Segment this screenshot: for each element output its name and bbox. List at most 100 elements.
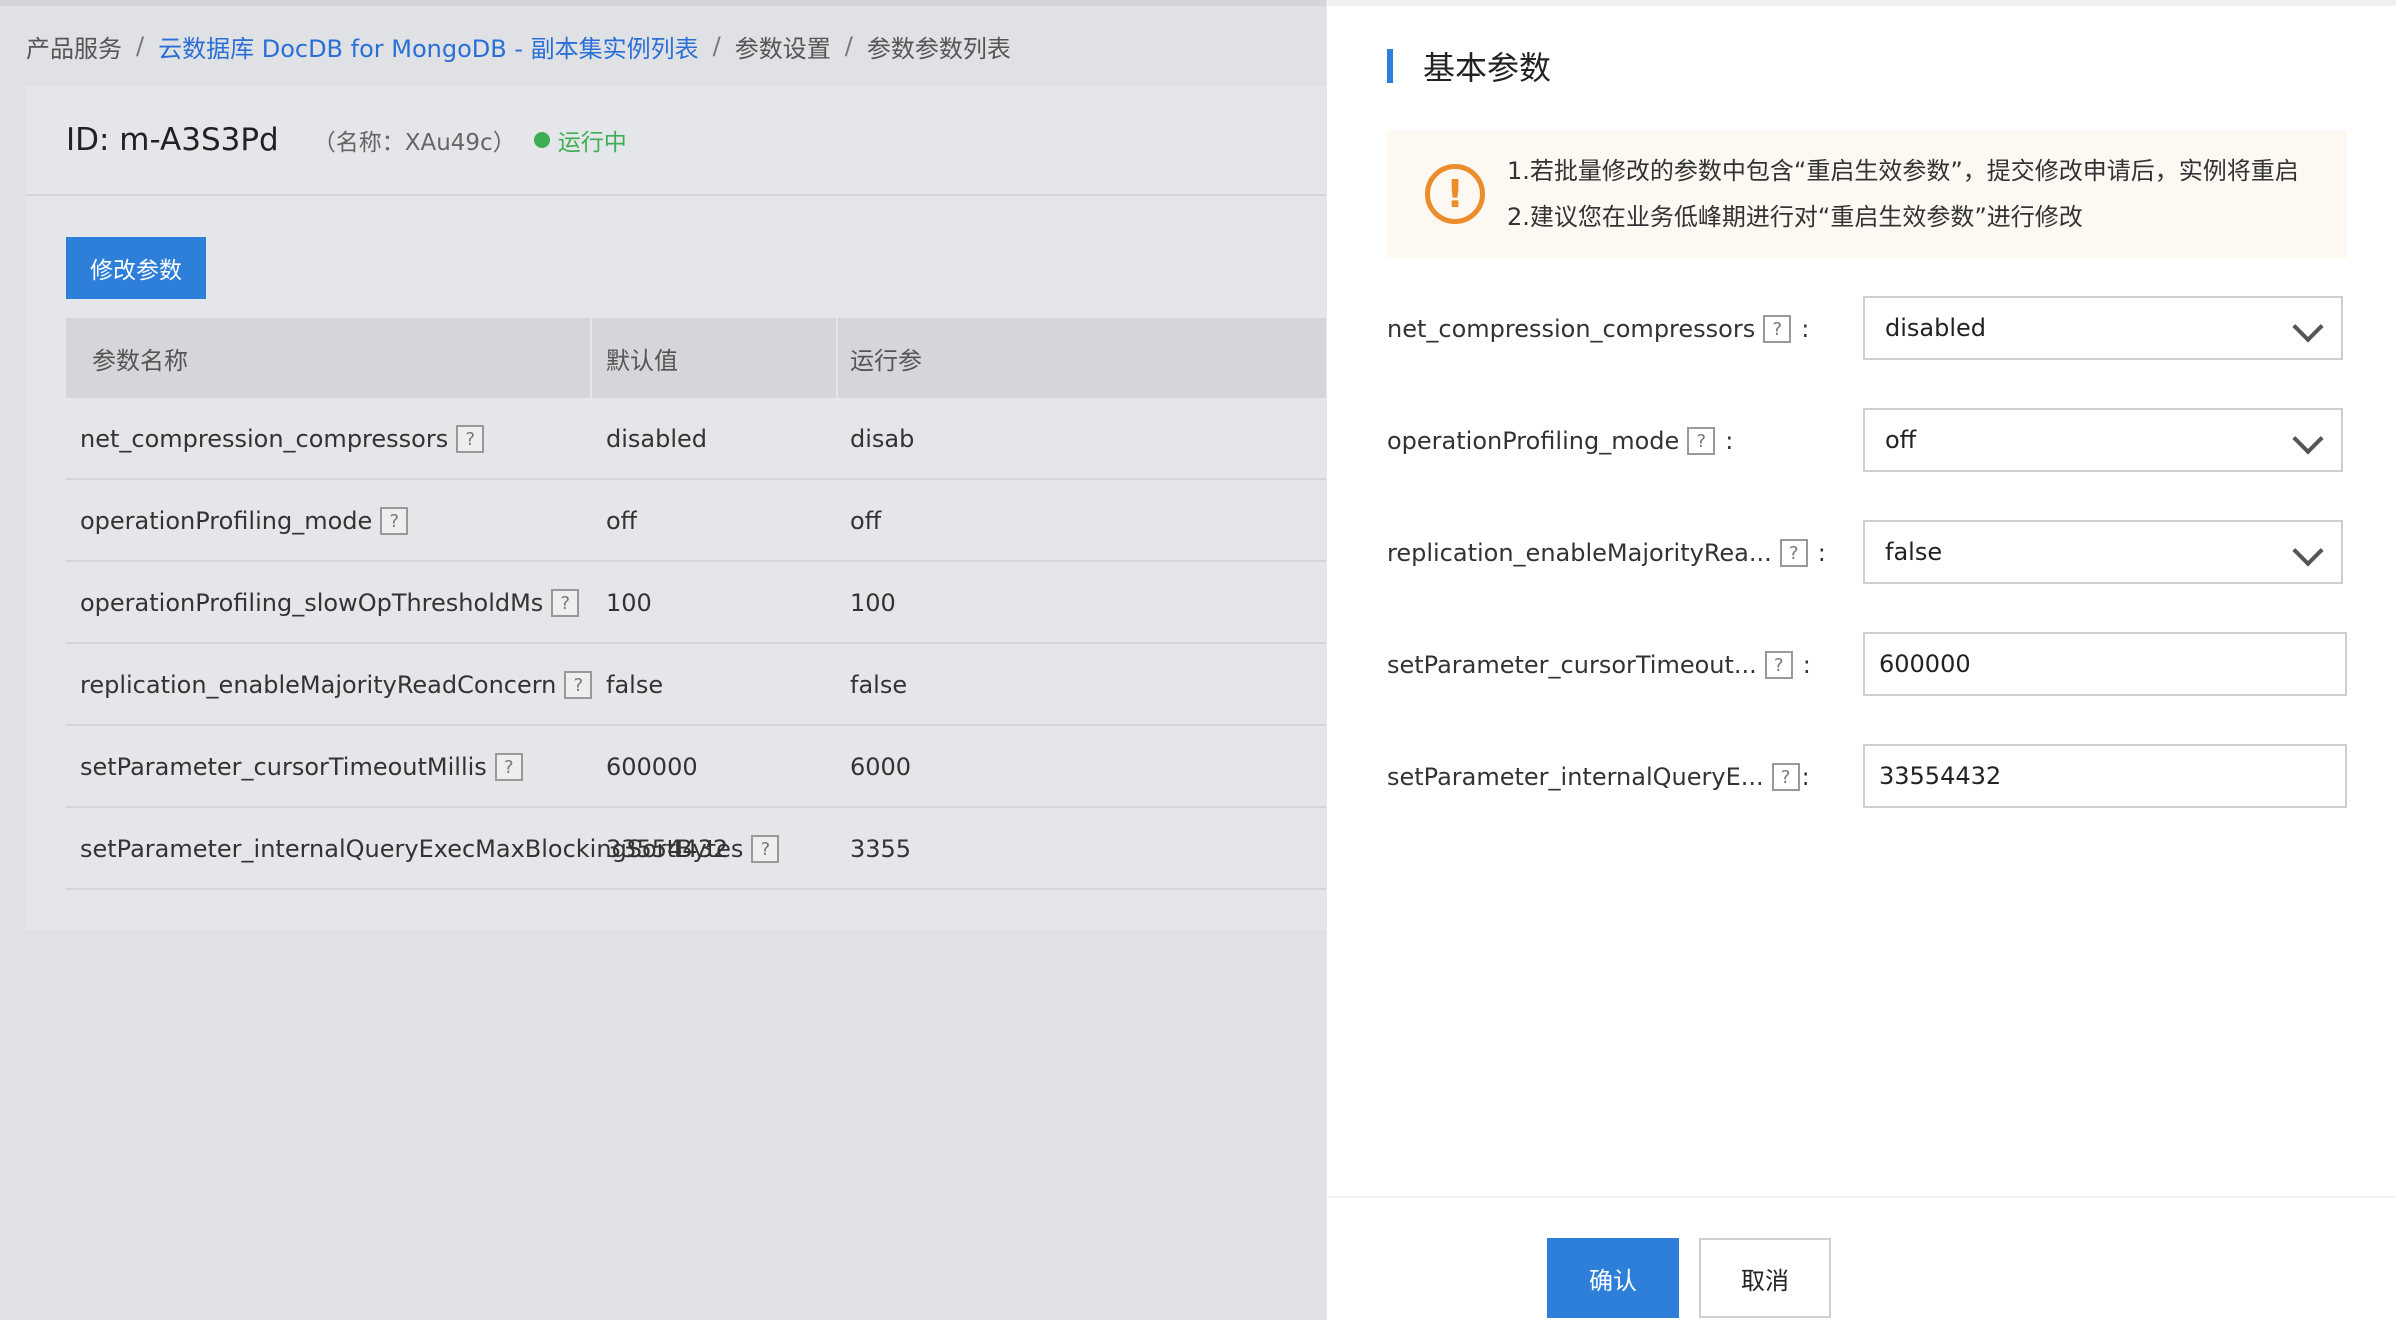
breadcrumb-separator: /	[844, 32, 853, 60]
field-label-text: net_compression_compressors	[1387, 315, 1756, 343]
field-label: net_compression_compressors ? :	[1387, 296, 1809, 362]
help-icon[interactable]: ?	[494, 753, 523, 781]
notice-line-1: 1.若批量修改的参数中包含“重启生效参数”，提交修改申请后，实例将重启	[1507, 157, 2299, 185]
instance-id: ID: m-A3S3Pd	[66, 122, 279, 158]
notice-text: 1.若批量修改的参数中包含“重启生效参数”，提交修改申请后，实例将重启 2.建议…	[1507, 148, 2299, 240]
column-header-name: 参数名称	[92, 346, 188, 375]
instance-header: ID: m-A3S3Pd （名称：XAu49c） 运行中	[26, 86, 1326, 196]
param-name: operationProfiling_slowOpThresholdMs	[80, 589, 544, 617]
breadcrumb-separator: /	[136, 32, 145, 60]
param-name: operationProfiling_mode	[80, 507, 373, 535]
top-divider	[0, 0, 1326, 6]
column-header-default: 默认值	[606, 346, 678, 375]
majority-read-select[interactable]: false	[1863, 520, 2343, 584]
column-divider	[836, 318, 838, 398]
breadcrumb-item-instance-list[interactable]: 云数据库 DocDB for MongoDB - 副本集实例列表	[158, 29, 699, 64]
param-running: 3355	[850, 835, 912, 863]
param-default: 33554432	[606, 835, 729, 863]
select-value: disabled	[1885, 314, 1987, 342]
field-label-text: setParameter_internalQueryE...	[1387, 763, 1764, 791]
modify-params-button[interactable]: 修改参数	[66, 237, 206, 299]
field-colon: :	[1725, 427, 1734, 455]
breadcrumb-separator: /	[712, 32, 721, 60]
help-icon[interactable]: ?	[456, 425, 485, 453]
instance-alias: （名称：XAu49c）	[312, 130, 516, 156]
chevron-down-icon	[2292, 311, 2324, 343]
form-row-profiling-mode: operationProfiling_mode ? : off	[1387, 408, 2347, 474]
chevron-down-icon	[2292, 423, 2324, 455]
field-colon: :	[1801, 763, 1810, 791]
warning-icon: !	[1425, 164, 1485, 224]
drawer-top-divider	[1327, 0, 2396, 6]
table-row: setParameter_cursorTimeoutMillis? 600000…	[66, 726, 1326, 808]
form-row-majority-read: replication_enableMajorityRea... ? : fal…	[1387, 520, 2347, 586]
field-label-text: replication_enableMajorityRea...	[1387, 539, 1772, 567]
param-running: false	[850, 671, 908, 699]
field-label: setParameter_cursorTimeout... ? :	[1387, 632, 1811, 698]
field-colon: :	[1802, 651, 1811, 679]
params-table: 参数名称 默认值 运行参 net_compression_compressors…	[66, 318, 1326, 890]
field-colon: :	[1817, 539, 1826, 567]
profiling-mode-select[interactable]: off	[1863, 408, 2343, 472]
status-badge: 运行中	[557, 130, 627, 156]
breadcrumb-item-param-settings[interactable]: 参数设置	[735, 29, 831, 64]
field-label: setParameter_internalQueryE... ? :	[1387, 744, 1810, 810]
field-label-text: operationProfiling_mode	[1387, 427, 1680, 455]
param-running: 100	[850, 589, 896, 617]
status-dot-icon	[533, 132, 550, 148]
cursor-timeout-input[interactable]	[1863, 632, 2347, 696]
table-row: operationProfiling_slowOpThresholdMs? 10…	[66, 562, 1326, 644]
form-row-net-compression: net_compression_compressors ? : disabled	[1387, 296, 2347, 362]
help-icon[interactable]: ?	[564, 671, 593, 699]
form-row-cursor-timeout: setParameter_cursorTimeout... ? :	[1387, 632, 2347, 698]
column-header-running: 运行参	[850, 346, 922, 375]
edit-params-drawer: 基本参数 ! 1.若批量修改的参数中包含“重启生效参数”，提交修改申请后，实例将…	[1326, 0, 2396, 1320]
breadcrumb-item-param-list: 参数参数列表	[866, 34, 1011, 63]
field-label: operationProfiling_mode ? :	[1387, 408, 1733, 474]
table-row: net_compression_compressors? disabled di…	[66, 398, 1326, 480]
breadcrumb: 产品服务 / 云数据库 DocDB for MongoDB - 副本集实例列表 …	[26, 28, 1011, 64]
field-colon: :	[1801, 315, 1810, 343]
breadcrumb-item-products[interactable]: 产品服务	[26, 29, 122, 64]
help-icon[interactable]: ?	[1779, 539, 1808, 567]
background-page: 产品服务 / 云数据库 DocDB for MongoDB - 副本集实例列表 …	[0, 0, 1326, 1320]
help-icon[interactable]: ?	[1771, 763, 1800, 791]
param-name: setParameter_cursorTimeoutMillis	[80, 753, 487, 781]
param-name: replication_enableMajorityReadConcern	[80, 671, 557, 699]
help-icon[interactable]: ?	[751, 835, 780, 863]
param-running: 6000	[850, 753, 912, 781]
param-default: off	[606, 507, 638, 535]
help-icon[interactable]: ?	[1764, 651, 1793, 679]
confirm-button[interactable]: 确认	[1547, 1238, 1679, 1318]
param-running: disab	[850, 425, 915, 453]
table-row: operationProfiling_mode? off off	[66, 480, 1326, 562]
help-icon[interactable]: ?	[551, 589, 580, 617]
select-value: off	[1885, 426, 1917, 454]
blocking-sort-input[interactable]	[1863, 744, 2347, 808]
field-label-text: setParameter_cursorTimeout...	[1387, 651, 1757, 679]
instance-card: ID: m-A3S3Pd （名称：XAu49c） 运行中 修改参数 参数名称 默…	[26, 86, 1326, 930]
table-row: setParameter_internalQueryExecMaxBlockin…	[66, 808, 1326, 890]
param-name: net_compression_compressors	[80, 425, 449, 453]
warning-notice: ! 1.若批量修改的参数中包含“重启生效参数”，提交修改申请后，实例将重启 2.…	[1387, 130, 2347, 258]
form-row-blocking-sort: setParameter_internalQueryE... ? :	[1387, 744, 2347, 810]
drawer-title-text: 基本参数	[1423, 49, 1552, 87]
table-row: replication_enableMajorityReadConcern? f…	[66, 644, 1326, 726]
field-label: replication_enableMajorityRea... ? :	[1387, 520, 1826, 586]
table-header: 参数名称 默认值 运行参	[66, 318, 1326, 398]
select-value: false	[1885, 538, 1943, 566]
net-compression-select[interactable]: disabled	[1863, 296, 2343, 360]
param-default: disabled	[606, 425, 708, 453]
help-icon[interactable]: ?	[1687, 427, 1716, 455]
column-divider	[590, 318, 592, 398]
param-default: 100	[606, 589, 652, 617]
param-running: off	[850, 507, 882, 535]
title-accent-bar	[1387, 49, 1393, 83]
footer-divider	[1327, 1196, 2396, 1198]
cancel-button[interactable]: 取消	[1699, 1238, 1831, 1318]
param-default: false	[606, 671, 664, 699]
drawer-title: 基本参数	[1387, 46, 1552, 87]
notice-line-2: 2.建议您在业务低峰期进行对“重启生效参数”进行修改	[1507, 203, 2083, 231]
help-icon[interactable]: ?	[380, 507, 409, 535]
help-icon[interactable]: ?	[1763, 315, 1792, 343]
